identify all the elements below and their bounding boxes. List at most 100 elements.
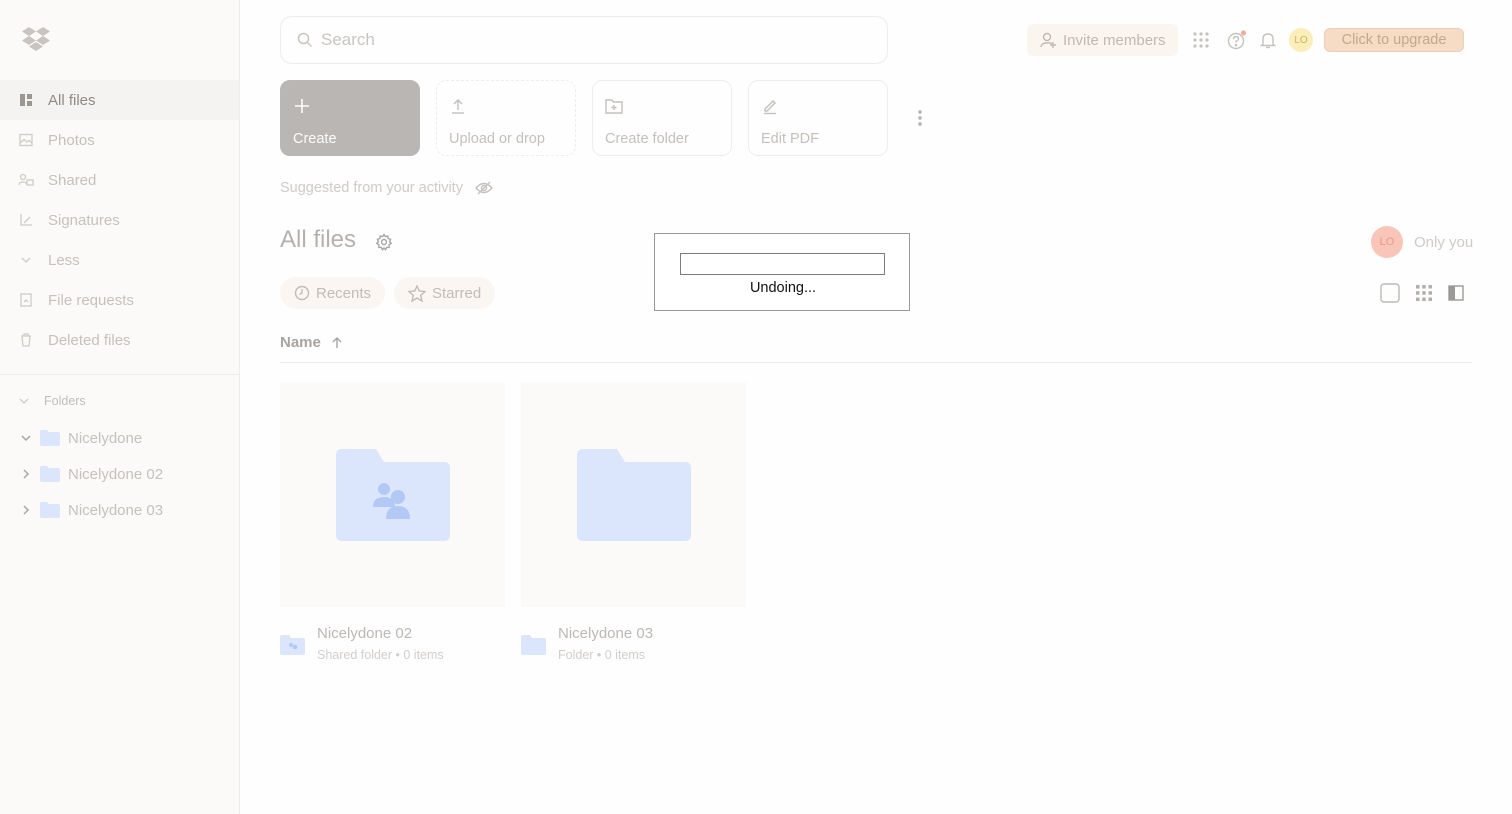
sidebar-item-label: Photos: [48, 131, 95, 149]
upload-button[interactable]: Upload or drop: [436, 80, 576, 156]
upgrade-label: Click to upgrade: [1341, 32, 1447, 48]
sidebar-item-label: Deleted files: [48, 331, 131, 349]
search-input[interactable]: Search: [280, 16, 888, 64]
folder-icon: [40, 430, 60, 446]
folder-tree-item-nicelydone-03[interactable]: Nicelydone 03: [18, 492, 163, 528]
app-window: All files Photos Shared Signatures Less …: [0, 0, 1512, 814]
arrow-up-icon: [331, 336, 343, 349]
chevron-down-icon: [18, 394, 34, 408]
sidebar-item-label: Shared: [48, 171, 97, 189]
invite-members-label: Invite members: [1063, 31, 1166, 49]
folders-heading: Folders: [44, 394, 86, 408]
sidebar-item-file-requests[interactable]: File requests: [0, 280, 239, 320]
folder-icon: [40, 502, 60, 518]
shared-icon: [18, 172, 34, 188]
folder-tree-item-nicelydone-02[interactable]: Nicelydone 02: [18, 456, 163, 492]
sidebar-item-label: Less: [48, 251, 80, 269]
search-placeholder: Search: [321, 30, 375, 49]
create-folder-label: Create folder: [605, 131, 689, 147]
dropbox-logo-icon[interactable]: [22, 26, 50, 52]
grid-view-icon[interactable]: [1413, 282, 1435, 304]
hide-eye-icon[interactable]: [475, 181, 493, 195]
file-meta: Nicelydone 02 Shared folder • 0 items: [280, 625, 505, 665]
folder-tree: Nicelydone Nicelydone 02 Nicelydone 03: [18, 420, 163, 528]
trash-icon: [18, 332, 34, 348]
app-grid-icon[interactable]: [1191, 30, 1211, 50]
folder-icon: [576, 448, 691, 541]
edit-pdf-label: Edit PDF: [761, 131, 820, 147]
chevron-down-icon: [18, 252, 34, 268]
undo-progress-dialog: Undoing...: [654, 233, 910, 311]
file-description: Shared folder • 0 items: [317, 648, 444, 662]
invite-members-button[interactable]: Invite members: [1027, 24, 1178, 56]
sidebar-item-deleted-files[interactable]: Deleted files: [0, 320, 239, 360]
file-card[interactable]: Nicelydone 02 Shared folder • 0 items: [280, 382, 505, 665]
sidebar-item-signatures[interactable]: Signatures: [0, 200, 239, 240]
gear-icon[interactable]: [375, 233, 393, 251]
recents-filter-chip[interactable]: Recents: [280, 277, 386, 309]
signatures-icon: [18, 212, 34, 228]
owner-avatar-initials: LO: [1379, 236, 1395, 248]
list-header-divider: [280, 362, 1472, 363]
search-icon: [297, 32, 313, 48]
folder-tree-label: Nicelydone: [68, 429, 143, 447]
chevron-down-icon[interactable]: [18, 434, 34, 442]
sidebar-nav: All files Photos Shared Signatures Less …: [0, 80, 239, 360]
file-thumbnail[interactable]: [521, 382, 746, 607]
suggested-label: Suggested from your activity: [280, 180, 463, 196]
create-folder-button[interactable]: Create folder: [592, 80, 732, 156]
file-name[interactable]: Nicelydone 02: [317, 625, 505, 642]
owner-avatar[interactable]: LO: [1371, 226, 1403, 258]
sort-by-name-button[interactable]: Name: [280, 334, 343, 351]
folder-tree-label: Nicelydone 03: [68, 501, 164, 519]
notifications-bell-icon[interactable]: [1258, 30, 1278, 50]
file-card[interactable]: Nicelydone 03 Folder • 0 items: [521, 382, 746, 665]
folder-icon: [521, 635, 546, 655]
file-name[interactable]: Nicelydone 03: [558, 625, 746, 642]
folder-icon: [40, 466, 60, 482]
star-icon: [408, 284, 426, 302]
file-thumbnail[interactable]: [280, 382, 505, 607]
sidebar-item-shared[interactable]: Shared: [0, 160, 239, 200]
undo-progress-bar: [680, 253, 885, 275]
sidebar-item-all-files[interactable]: All files: [0, 80, 239, 120]
user-avatar-initials: LO: [1294, 34, 1308, 46]
file-meta: Nicelydone 03 Folder • 0 items: [521, 625, 746, 665]
upload-icon: [449, 95, 563, 117]
recents-label: Recents: [316, 284, 372, 302]
new-folder-icon: [605, 95, 719, 117]
chevron-right-icon[interactable]: [18, 504, 34, 516]
plus-icon: [293, 95, 407, 117]
starred-filter-chip[interactable]: Starred: [394, 277, 496, 309]
sidebar-item-photos[interactable]: Photos: [0, 120, 239, 160]
file-description: Folder • 0 items: [558, 648, 646, 662]
create-label: Create: [293, 131, 337, 147]
suggested-section-header: Suggested from your activity: [280, 180, 493, 196]
upload-label: Upload or drop: [449, 131, 545, 147]
folders-section-toggle[interactable]: Folders: [18, 394, 86, 408]
sidebar-divider: [0, 374, 239, 375]
folder-tree-label: Nicelydone 02: [68, 465, 164, 483]
sharing-status-label: Only you: [1414, 234, 1474, 251]
select-all-checkbox[interactable]: [1379, 282, 1401, 304]
shared-folder-icon: [335, 448, 450, 541]
file-requests-icon: [18, 292, 34, 308]
photos-icon: [18, 132, 34, 148]
info-panel-icon[interactable]: [1445, 282, 1467, 304]
upgrade-button[interactable]: Click to upgrade: [1324, 28, 1464, 52]
sidebar-item-label: File requests: [48, 291, 134, 309]
chevron-right-icon[interactable]: [18, 468, 34, 480]
help-icon[interactable]: [1226, 30, 1246, 50]
edit-pdf-button[interactable]: Edit PDF: [748, 80, 888, 156]
sidebar-item-label: All files: [48, 91, 96, 109]
more-options-icon[interactable]: [912, 106, 928, 130]
edit-pencil-icon: [761, 95, 875, 117]
clock-icon: [294, 285, 310, 301]
sidebar-item-less[interactable]: Less: [0, 240, 239, 280]
sidebar-item-label: Signatures: [48, 211, 120, 229]
create-button[interactable]: Create: [280, 80, 420, 156]
page-title: All files: [280, 226, 357, 253]
folder-tree-item-nicelydone[interactable]: Nicelydone: [18, 420, 163, 456]
user-avatar[interactable]: LO: [1289, 28, 1313, 52]
sidebar: All files Photos Shared Signatures Less …: [0, 0, 240, 814]
